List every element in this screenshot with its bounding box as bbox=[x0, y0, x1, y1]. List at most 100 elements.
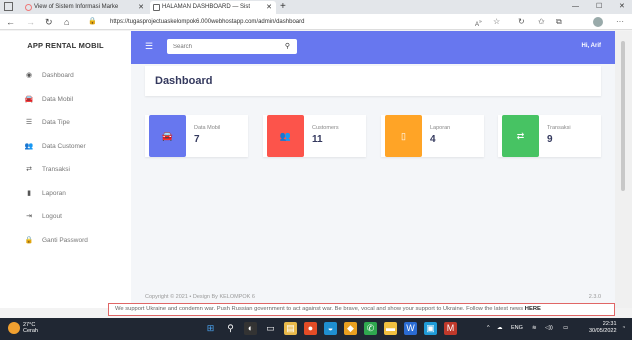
sidebar-item-label: Data Tipe bbox=[42, 119, 70, 126]
page-scrollbar[interactable] bbox=[615, 31, 632, 308]
tray-chevron-icon[interactable]: ^ bbox=[487, 325, 490, 331]
app-icon[interactable]: ◆ bbox=[344, 322, 357, 335]
site-info-icon[interactable]: 🔒 bbox=[88, 16, 97, 28]
maximize-icon[interactable]: ☐ bbox=[596, 0, 602, 13]
car-icon: 🚘 bbox=[149, 115, 186, 157]
chrome-icon[interactable]: ● bbox=[304, 322, 317, 335]
users-icon: 👥 bbox=[24, 142, 34, 150]
sidebar-item-data-tipe[interactable]: ☰ Data Tipe bbox=[0, 114, 131, 138]
stat-card-data-mobil: 🚘 Data Mobil 7 bbox=[145, 115, 248, 157]
close-window-icon[interactable]: ✕ bbox=[619, 0, 625, 13]
volume-icon[interactable]: ◁)) bbox=[545, 325, 553, 331]
task-view-icon[interactable]: ◐ bbox=[244, 322, 257, 335]
users-icon: 👥 bbox=[267, 115, 304, 157]
footer-copyright: Copyright © 2021 • Design By KELOMPOK 6 bbox=[145, 294, 255, 300]
page-title: Dashboard bbox=[155, 75, 213, 87]
close-tab-icon[interactable]: ✕ bbox=[266, 1, 272, 14]
weather-widget[interactable]: 27°C Cerah bbox=[23, 322, 38, 334]
search-icon[interactable]: ⚲ bbox=[285, 42, 290, 50]
wifi-icon[interactable]: ≋ bbox=[532, 325, 537, 331]
minimize-icon[interactable]: — bbox=[572, 0, 579, 13]
banner-text: We support Ukraine and condemn war. Push… bbox=[115, 306, 524, 312]
car-icon: 🚘 bbox=[24, 95, 34, 103]
tab-title: HALAMAN DASHBOARD — Sist bbox=[162, 4, 251, 10]
home-icon[interactable]: ⌂ bbox=[64, 16, 69, 28]
url-field[interactable]: https://tugasprojectuaskelompok6.000webh… bbox=[110, 17, 304, 27]
cloud-icon[interactable]: ☁ bbox=[497, 325, 503, 331]
language-indicator[interactable]: ENG bbox=[511, 325, 523, 331]
stat-label: Laporan bbox=[430, 125, 451, 131]
back-icon[interactable]: ← bbox=[6, 16, 15, 28]
sidebar-item-label: Data Customer bbox=[42, 142, 86, 150]
edge-icon[interactable]: ◒ bbox=[324, 322, 337, 335]
user-menu[interactable]: Hi, Arif bbox=[582, 43, 601, 49]
favorites-icon[interactable]: ✩ bbox=[538, 16, 545, 28]
profile-icon[interactable] bbox=[593, 17, 603, 27]
tab-favicon-icon bbox=[153, 4, 160, 11]
more-icon[interactable]: ··· bbox=[616, 16, 624, 28]
sidebar-item-label: Laporan bbox=[42, 189, 66, 197]
word-icon[interactable]: W bbox=[404, 322, 417, 335]
file-icon: ▮ bbox=[27, 189, 31, 197]
sidebar-item-label: Dashboard bbox=[42, 72, 74, 79]
stat-value: 4 bbox=[430, 134, 436, 145]
sidebar-menu: ◉ Dashboard 🚘 Data Mobil ☰ Data Tipe 👥 D… bbox=[0, 67, 131, 255]
sidebar-item-data-customer[interactable]: 👥 Data Customer bbox=[0, 138, 131, 162]
start-icon[interactable]: ⊞ bbox=[204, 322, 217, 335]
stat-value: 9 bbox=[547, 134, 553, 145]
list-icon: ☰ bbox=[25, 119, 33, 126]
read-aloud-icon[interactable]: A» bbox=[475, 16, 482, 31]
sidebar: APP RENTAL MOBIL ◉ Dashboard 🚘 Data Mobi… bbox=[0, 31, 131, 308]
close-tab-icon[interactable]: ✕ bbox=[138, 1, 144, 14]
search-taskbar-icon[interactable]: ⚲ bbox=[224, 322, 237, 335]
collections-icon[interactable]: ⧉ bbox=[556, 16, 562, 28]
tab-favicon-icon bbox=[25, 4, 32, 11]
file-explorer-icon[interactable]: ▤ bbox=[284, 322, 297, 335]
clock-time: 22:31 bbox=[602, 321, 617, 327]
brand-title[interactable]: APP RENTAL MOBIL bbox=[0, 41, 131, 50]
taskbar-clock[interactable]: 22:31 30/05/2022 bbox=[589, 321, 617, 335]
new-tab-icon[interactable]: + bbox=[280, 0, 286, 13]
ukraine-banner: We support Ukraine and condemn war. Push… bbox=[108, 303, 615, 316]
whatsapp-icon[interactable]: ✆ bbox=[364, 322, 377, 335]
refresh-page-icon[interactable]: ↻ bbox=[518, 16, 525, 28]
sidebar-item-data-mobil[interactable]: 🚘 Data Mobil bbox=[0, 91, 131, 115]
app-icon[interactable]: M bbox=[444, 322, 457, 335]
section-header: Dashboard bbox=[145, 66, 601, 96]
forward-icon[interactable]: → bbox=[26, 16, 35, 28]
main-content: Dashboard 🚘 Data Mobil 7 👥 Customers 11 … bbox=[131, 64, 615, 308]
weather-icon[interactable] bbox=[8, 322, 20, 334]
stat-value: 7 bbox=[194, 134, 200, 145]
address-bar: ← → ↻ ⌂ 🔒 https://tugasprojectuaskelompo… bbox=[0, 14, 632, 30]
browser-tab[interactable]: View of Sistem Informasi Marke ✕ bbox=[22, 1, 148, 14]
battery-icon[interactable]: ▭ bbox=[563, 325, 568, 331]
sidebar-item-logout[interactable]: ⇥ Logout bbox=[0, 208, 131, 232]
stat-card-laporan: ▯ Laporan 4 bbox=[381, 115, 484, 157]
widgets-icon[interactable]: ▭ bbox=[264, 322, 277, 335]
stat-card-transaksi: ⇄ Transaksi 9 bbox=[498, 115, 601, 157]
browser-tab-active[interactable]: HALAMAN DASHBOARD — Sist ✕ bbox=[150, 1, 276, 14]
hamburger-menu-icon[interactable]: ☰ bbox=[145, 41, 153, 52]
search-box: ⚲ bbox=[167, 39, 297, 54]
top-navbar: ☰ ⚲ Hi, Arif bbox=[131, 31, 615, 64]
reload-icon[interactable]: ↻ bbox=[45, 16, 53, 28]
sidebar-item-laporan[interactable]: ▮ Laporan bbox=[0, 185, 131, 209]
app-icon[interactable]: ▣ bbox=[424, 322, 437, 335]
stat-value: 11 bbox=[312, 134, 323, 145]
logout-icon: ⇥ bbox=[26, 213, 32, 220]
favorite-icon[interactable]: ☆ bbox=[493, 16, 500, 28]
sidebar-item-transaksi[interactable]: ⇄ Transaksi bbox=[0, 161, 131, 185]
folder-icon[interactable]: ▬ bbox=[384, 322, 397, 335]
sidebar-item-dashboard[interactable]: ◉ Dashboard bbox=[0, 67, 131, 91]
palette-icon: ◉ bbox=[25, 72, 33, 79]
search-input[interactable] bbox=[173, 41, 273, 52]
lock-icon: 🔒 bbox=[24, 236, 34, 244]
window-menu-icon[interactable] bbox=[4, 2, 13, 11]
notification-icon[interactable]: ◔ bbox=[622, 325, 625, 331]
footer-version: 2.3.0 bbox=[588, 294, 601, 300]
scrollbar-thumb[interactable] bbox=[621, 41, 625, 191]
banner-link[interactable]: HERE bbox=[525, 306, 541, 312]
sidebar-item-label: Data Mobil bbox=[42, 95, 74, 103]
stat-label: Customers bbox=[312, 125, 339, 131]
sidebar-item-ganti-password[interactable]: 🔒 Ganti Password bbox=[0, 232, 131, 256]
